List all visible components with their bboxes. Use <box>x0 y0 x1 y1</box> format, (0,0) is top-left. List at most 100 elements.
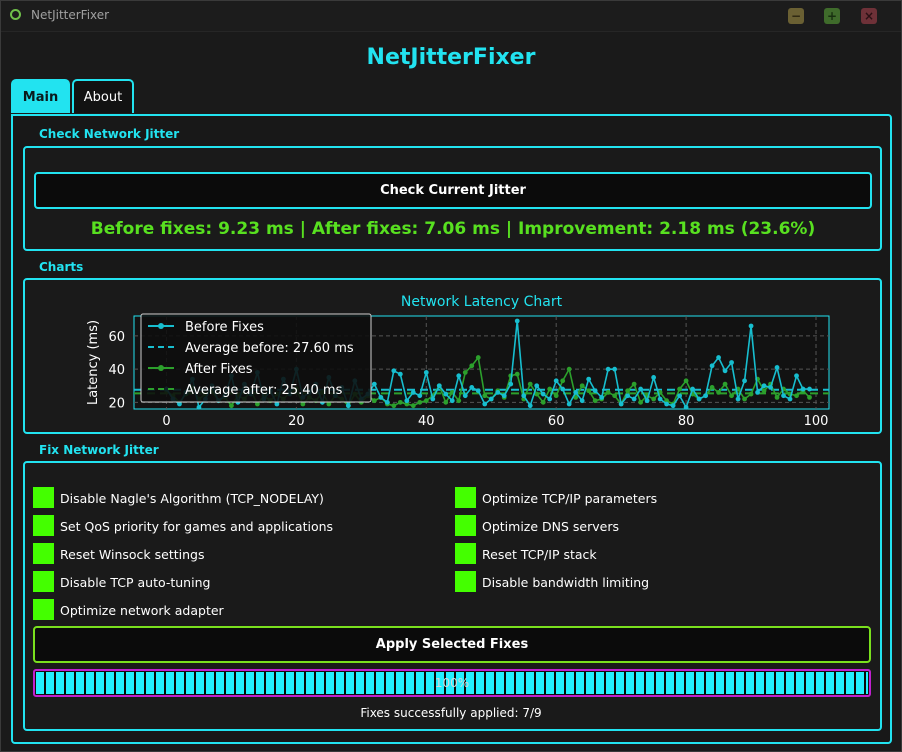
checkbox-checked[interactable] <box>33 599 54 620</box>
x-tick-label: 40 <box>418 414 435 429</box>
after-fixes-point <box>716 389 721 395</box>
before-fixes-point <box>417 393 423 399</box>
after-fixes-point <box>514 371 520 377</box>
x-tick-label: 80 <box>678 414 695 429</box>
legend-swatch-marker <box>158 365 164 371</box>
y-tick-label: 40 <box>108 363 125 378</box>
before-fixes-point <box>371 381 377 387</box>
after-fixes-point <box>612 393 618 399</box>
before-fixes-point <box>495 389 501 395</box>
after-fixes-point <box>722 381 728 387</box>
before-fixes-point <box>514 318 520 324</box>
before-fixes-point <box>787 396 793 402</box>
after-fixes-point <box>742 396 747 402</box>
before-fixes-point <box>722 368 728 374</box>
before-fixes-point <box>761 383 767 389</box>
maximize-button[interactable]: + <box>824 8 840 24</box>
after-fixes-point <box>540 399 546 405</box>
after-fixes-point <box>527 381 533 387</box>
checkbox-checked[interactable] <box>33 543 54 564</box>
after-fixes-point <box>592 398 598 404</box>
legend-label: Average after: 25.40 ms <box>185 383 343 398</box>
before-fixes-point <box>566 401 572 407</box>
before-fixes-point <box>768 385 773 390</box>
after-fixes-point <box>547 386 553 392</box>
before-fixes-point <box>683 404 689 410</box>
before-fixes-point <box>469 385 475 390</box>
check-jitter-section-label: Check Network Jitter <box>39 127 180 141</box>
tab-about[interactable]: About <box>72 79 134 113</box>
checkbox-checked[interactable] <box>455 571 476 592</box>
before-fixes-point <box>456 373 462 379</box>
after-fixes-point <box>683 378 689 384</box>
title-bar[interactable]: NetJitterFixer − + × <box>1 1 901 32</box>
before-fixes-point <box>553 378 559 384</box>
before-fixes-point <box>677 393 683 399</box>
after-fixes-point <box>229 403 234 409</box>
check-current-jitter-button[interactable]: Check Current Jitter <box>34 172 872 209</box>
status-text: Fixes successfully applied: 7/9 <box>360 706 542 720</box>
y-tick-label: 20 <box>108 396 125 411</box>
progress-bar: 100% <box>33 669 871 697</box>
fix-option-label: Optimize DNS servers <box>482 519 619 534</box>
apply-selected-fixes-button[interactable]: Apply Selected Fixes <box>33 626 871 663</box>
before-fixes-point <box>391 368 397 374</box>
y-axis-label: Latency (ms) <box>86 320 101 405</box>
after-fixes-point <box>677 386 683 392</box>
after-fixes-point <box>709 385 715 390</box>
legend-swatch-marker <box>158 323 164 329</box>
before-fixes-point <box>501 393 507 399</box>
checkbox-checked[interactable] <box>455 487 476 508</box>
close-button[interactable]: × <box>861 8 877 24</box>
after-fixes-point <box>586 388 592 394</box>
before-fixes-point <box>475 388 481 394</box>
checkbox-checked[interactable] <box>33 571 54 592</box>
after-fixes-point <box>553 393 559 399</box>
app-window: NetJitterFixer − + × NetJitterFixer Main… <box>0 0 902 752</box>
before-fixes-point <box>729 360 734 365</box>
after-fixes-point <box>371 398 377 404</box>
x-tick-label: 20 <box>288 414 305 429</box>
fix-option-label: Set QoS priority for games and applicati… <box>60 519 334 534</box>
before-fixes-point <box>644 398 650 404</box>
before-fixes-point <box>631 396 637 402</box>
after-fixes-point <box>774 394 780 400</box>
before-fixes-point <box>586 376 592 382</box>
before-fixes-point <box>196 404 202 410</box>
checkbox-checked[interactable] <box>33 515 54 536</box>
after-fixes-point <box>410 403 416 409</box>
checkbox-checked[interactable] <box>33 487 54 508</box>
before-fixes-point <box>664 401 670 407</box>
before-fixes-point <box>378 394 384 400</box>
after-fixes-point <box>729 393 734 399</box>
after-fixes-point <box>566 366 572 372</box>
tab-main[interactable]: Main <box>11 79 70 113</box>
checkbox-checked[interactable] <box>455 543 476 564</box>
before-fixes-point <box>462 393 468 399</box>
before-fixes-point <box>579 398 585 404</box>
x-tick-label: 60 <box>548 414 565 429</box>
before-fixes-point <box>404 398 410 404</box>
after-fixes-point <box>560 378 566 384</box>
after-fixes-point <box>456 398 462 404</box>
before-fixes-point <box>703 393 708 399</box>
fix-option-label: Reset Winsock settings <box>60 547 205 562</box>
before-fixes-point <box>560 386 566 392</box>
progress-text: 100% <box>434 676 470 690</box>
before-fixes-point <box>794 373 799 379</box>
minimize-button[interactable]: − <box>788 8 804 24</box>
x-tick-label: 100 <box>804 414 829 429</box>
before-fixes-point <box>521 393 527 399</box>
after-fixes-point <box>469 363 475 369</box>
legend-label: Average before: 27.60 ms <box>185 341 354 356</box>
before-fixes-point <box>527 403 533 409</box>
before-fixes-point <box>449 398 455 404</box>
app-ring-icon <box>10 9 21 20</box>
checkbox-checked[interactable] <box>455 515 476 536</box>
before-fixes-point <box>436 383 442 389</box>
fix-option-label: Optimize network adapter <box>60 603 224 618</box>
fix-option-label: Disable TCP auto-tuning <box>60 575 211 590</box>
x-tick-label: 0 <box>162 414 170 429</box>
after-fixes-point <box>761 388 767 394</box>
fix-option-label: Disable bandwidth limiting <box>482 575 650 590</box>
